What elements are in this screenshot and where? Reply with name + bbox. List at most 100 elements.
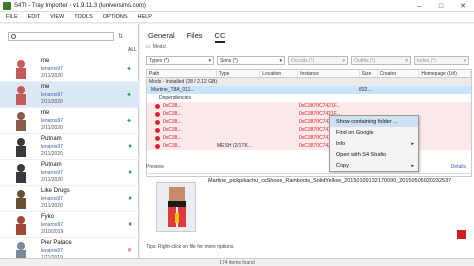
context-menu-item[interactable]: Open with S4 Studio — [330, 149, 418, 160]
cell-instance: 0xC3870C7421F... — [299, 103, 341, 109]
details-link[interactable]: Details — [451, 164, 466, 170]
lot-name: me — [41, 58, 50, 64]
lot-item[interactable]: me lenarox97 2/11/2020 ✦ — [0, 56, 139, 82]
tab-general[interactable]: General — [148, 31, 175, 43]
table-row[interactable]: Martine_T8A_011... 832... — [147, 86, 471, 94]
column-instance[interactable]: Instance — [298, 70, 360, 77]
search-icon — [11, 34, 16, 39]
menu-tools[interactable]: TOOLS — [74, 14, 93, 20]
table-header: Path Type Location Instance Size Creator… — [147, 70, 471, 78]
lot-creator[interactable]: lenarox97 — [41, 92, 63, 98]
lot-thumbnail — [16, 164, 26, 183]
yellow-green-icon: ♦ — [128, 169, 132, 176]
chevron-right-icon: ▸ — [411, 140, 414, 147]
lot-item[interactable]: me lenarox97 2/11/2020 ✦ — [0, 108, 139, 134]
folder-icon: ▭ — [146, 44, 151, 50]
tab-cc[interactable]: CC — [214, 31, 226, 43]
lot-item[interactable]: Putnam lenarox97 2/11/2020 ♦ — [0, 160, 139, 186]
preview-filename: Martine_pickpikachu_ccShoes_Rainboots_So… — [208, 178, 452, 184]
missing-dot-icon — [155, 119, 160, 125]
lot-item[interactable]: Fyko lenarox97 2/10/2019 ♦ — [0, 212, 139, 238]
table-row[interactable]: 0xC38... MESH (2/1TK... 0xC3870C7421F... — [147, 142, 471, 150]
preview-label: Preview — [146, 164, 164, 170]
delete-button[interactable] — [457, 230, 466, 239]
lot-thumbnail — [16, 216, 26, 235]
lot-date: 2/10/2019 — [41, 229, 64, 235]
sims-filter[interactable]: Sims (*) ▾ — [217, 56, 285, 65]
breadcrumb: ▭ Mods\ — [146, 44, 166, 50]
table-row[interactable]: 0xC38... 0xC3870C7421F... — [147, 126, 471, 134]
menu-options[interactable]: OPTIONS — [103, 14, 128, 20]
column-path[interactable]: Path — [147, 70, 217, 77]
types-filter[interactable]: Types (*) ▾ — [146, 56, 214, 65]
search-input[interactable] — [8, 32, 114, 41]
cell-size: 832... — [359, 87, 372, 93]
lot-item[interactable]: Putnam lenarox97 2/11/2020 ♦ — [0, 134, 139, 160]
menu-edit[interactable]: EDIT — [28, 14, 41, 20]
menu-file[interactable]: FILE — [6, 14, 18, 20]
lot-thumbnail — [16, 138, 26, 157]
all-link[interactable]: ALL — [128, 47, 137, 53]
index-filter[interactable]: Index (*) ▾ — [414, 56, 469, 65]
context-menu-item[interactable]: Show containing folder ... — [330, 116, 418, 127]
missing-dot-icon — [155, 111, 160, 117]
lot-creator[interactable]: lenarox97 — [41, 66, 63, 72]
lot-creator[interactable]: lenarox97 — [41, 196, 63, 202]
cell-type: MESH (2/1TK... — [217, 143, 253, 149]
app-logo-icon — [3, 1, 11, 10]
column-location[interactable]: Location — [260, 70, 299, 77]
lot-creator[interactable]: lenarox97 — [41, 118, 63, 124]
preview-image — [156, 182, 196, 232]
maximize-icon[interactable]: □ — [430, 0, 452, 12]
window-title: S4TI - Tray Importer - v1.9.11.3 (lunive… — [14, 2, 146, 9]
chevron-down-icon: ▾ — [405, 57, 408, 64]
cell-path: Martine_T8A_011... — [151, 87, 195, 93]
table-row[interactable]: Dependencies — [147, 94, 471, 102]
lot-creator[interactable]: lenarox97 — [41, 144, 63, 150]
green-leaf-icon: ✦ — [126, 92, 132, 99]
minimize-icon[interactable]: – — [408, 0, 430, 12]
lot-item[interactable]: me lenarox97 2/11/2020 ✦ — [0, 82, 139, 108]
status-bar: 174 items found — [0, 258, 474, 266]
red-x-icon: ✕ — [126, 248, 132, 254]
lot-date: 2/11/2020 — [41, 73, 63, 79]
context-menu-item[interactable]: Info ▸ — [330, 138, 418, 149]
outfits-filter[interactable]: Outfits (*) ▾ — [351, 56, 411, 65]
context-menu: Show containing folder ... Find on Google… — [329, 115, 419, 172]
context-menu-item[interactable]: Find on Google — [330, 127, 418, 138]
missing-dot-icon — [155, 127, 160, 133]
menu-view[interactable]: VIEW — [50, 14, 64, 20]
column-size[interactable]: Size — [360, 70, 378, 77]
occults-filter[interactable]: Occults (*) ▾ — [288, 56, 348, 65]
tab-files[interactable]: Files — [187, 31, 203, 43]
lot-creator[interactable]: lenarox97 — [41, 248, 63, 254]
column-homepage[interactable]: Homepage (Url) — [419, 70, 471, 77]
lot-name: Like Drugs — [41, 188, 70, 194]
close-icon[interactable]: ✕ — [452, 0, 474, 12]
menu-bar: FILE EDIT VIEW TOOLS OPTIONS HELP — [0, 12, 474, 23]
lot-item[interactable]: Like Drugs lenarox97 2/11/2020 ♦ — [0, 186, 139, 212]
group-header[interactable]: Mods - Installed (28 / 2.12 GB) — [147, 78, 471, 86]
table-row[interactable]: 0xC38... 0xC3870C7421F... — [147, 118, 471, 126]
lot-creator[interactable]: lenarox97 — [41, 170, 63, 176]
lot-thumbnail — [16, 60, 26, 79]
lot-date: 2/11/2020 — [41, 99, 63, 105]
lot-name: me — [41, 110, 50, 116]
lot-thumbnail — [16, 112, 26, 131]
lot-creator[interactable]: lenarox97 — [41, 222, 63, 228]
title-bar: S4TI - Tray Importer - v1.9.11.3 (lunive… — [0, 0, 474, 12]
breadcrumb-path: Mods\ — [152, 44, 167, 50]
chevron-down-icon: ▾ — [342, 57, 345, 64]
lot-date: 2/11/2020 — [41, 151, 63, 157]
context-menu-item[interactable]: Copy ▸ — [330, 160, 418, 171]
rainboots-image — [168, 187, 186, 227]
yellow-green-icon: ♦ — [128, 143, 132, 150]
table-row[interactable]: 0xC38... 0xC3870C7421F... — [147, 102, 471, 110]
green-leaf-icon: ✦ — [126, 118, 132, 125]
column-creator[interactable]: Creator — [378, 70, 420, 77]
table-row[interactable]: 0xC38... 0xC3870C7421F... — [147, 134, 471, 142]
sort-arrow-icon[interactable]: ⇅ — [118, 33, 123, 40]
column-type[interactable]: Type — [217, 70, 261, 77]
menu-help[interactable]: HELP — [138, 14, 152, 20]
table-row[interactable]: 0xC38... 0xC3870C7421F... — [147, 110, 471, 118]
